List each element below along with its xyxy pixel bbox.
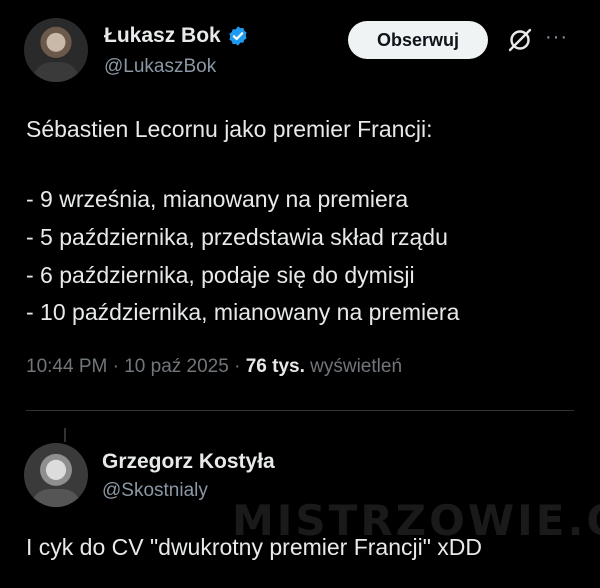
- author-name-row: Łukasz Bok: [104, 24, 249, 48]
- reply-text: I cyk do CV "dwukrotny premier Francji" …: [26, 534, 483, 560]
- grok-icon[interactable]: [506, 26, 534, 54]
- post-text-line: - 10 października, mianowany na premiera: [26, 299, 460, 325]
- reply-author-handle[interactable]: @Skostnialy: [102, 480, 208, 502]
- author-avatar[interactable]: [24, 18, 88, 82]
- verified-badge-icon: [229, 26, 247, 46]
- post-meta: 10:44 PM · 10 paź 2025 · 76 tys. wyświet…: [26, 356, 402, 378]
- separator: ·: [234, 356, 246, 377]
- views-count: 76 tys.: [245, 356, 305, 377]
- reply-author-name[interactable]: Grzegorz Kostyła: [102, 450, 275, 474]
- post-text-line: - 5 października, przedstawia skład rząd…: [26, 224, 448, 250]
- author-handle[interactable]: @LukaszBok: [104, 56, 216, 78]
- reply-author-avatar[interactable]: [24, 443, 88, 507]
- author-name[interactable]: Łukasz Bok: [104, 24, 221, 48]
- follow-button[interactable]: Obserwuj: [348, 21, 488, 59]
- post-text-line: - 9 września, mianowany na premiera: [26, 186, 409, 212]
- views-label: wyświetleń: [310, 356, 403, 377]
- divider: [26, 410, 574, 411]
- post-text-line: - 6 października, podaje się do dymisji: [26, 262, 415, 288]
- post-time[interactable]: 10:44 PM: [26, 356, 107, 377]
- post-date[interactable]: 10 paź 2025: [124, 356, 229, 377]
- thread-connector: [64, 428, 66, 442]
- more-options-icon[interactable]: ···: [545, 26, 571, 54]
- separator: ·: [112, 356, 125, 377]
- post-text-line: Sébastien Lecornu jako premier Francji:: [26, 116, 433, 142]
